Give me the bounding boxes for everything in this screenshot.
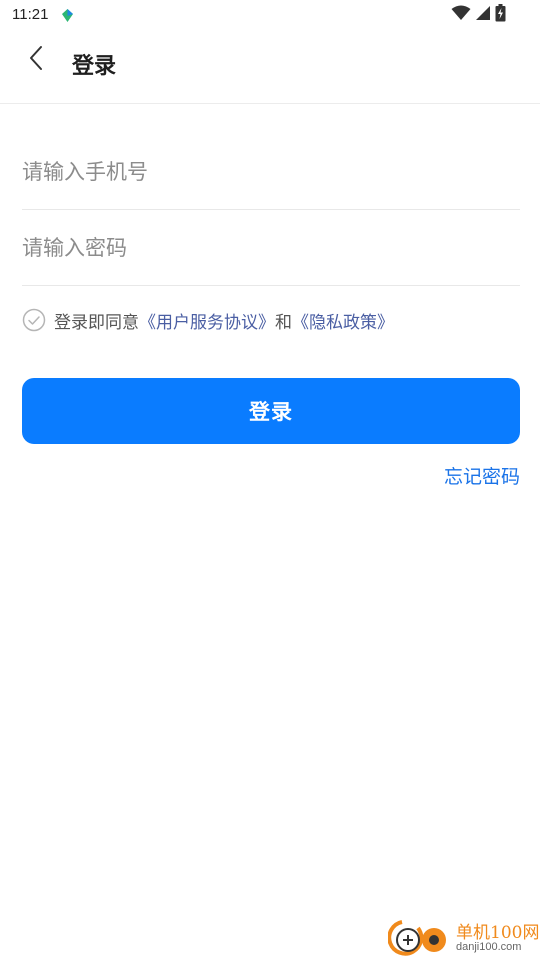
phone-input[interactable] <box>22 134 520 209</box>
wifi-icon <box>451 5 471 25</box>
watermark-logo-icon <box>387 916 454 958</box>
agreement-prefix: 登录即同意 <box>54 312 139 333</box>
agreement-checkbox[interactable] <box>22 308 46 332</box>
agreement-row: 登录即同意 《用户服务协议》 和 《隐私政策》 <box>22 304 394 336</box>
top-app-bar: 登录 <box>0 32 540 104</box>
forgot-password-link[interactable]: 忘记密码 <box>444 462 520 489</box>
check-circle-icon <box>22 308 46 332</box>
status-time: 11:21 <box>12 6 49 23</box>
page-title: 登录 <box>72 54 117 79</box>
status-icons <box>451 4 506 26</box>
watermark: 单机100网 danji100.com <box>387 914 540 960</box>
login-button[interactable]: 登录 <box>22 378 520 444</box>
back-button[interactable] <box>20 44 52 76</box>
chevron-left-icon <box>28 45 44 75</box>
cellular-signal-icon <box>475 5 491 25</box>
battery-charging-icon <box>495 4 506 26</box>
watermark-url: danji100.com <box>456 941 522 953</box>
watermark-name: 单机100网 <box>456 923 540 943</box>
privacy-policy-link[interactable]: 《隐私政策》 <box>292 308 394 333</box>
password-field-container <box>22 210 520 286</box>
password-input[interactable] <box>22 210 520 285</box>
user-agreement-link[interactable]: 《用户服务协议》 <box>139 308 275 333</box>
agreement-conjunction: 和 <box>275 312 292 333</box>
status-bar: 11:21 <box>0 0 540 32</box>
app-notification-icon <box>60 8 75 23</box>
phone-field-container <box>22 134 520 210</box>
